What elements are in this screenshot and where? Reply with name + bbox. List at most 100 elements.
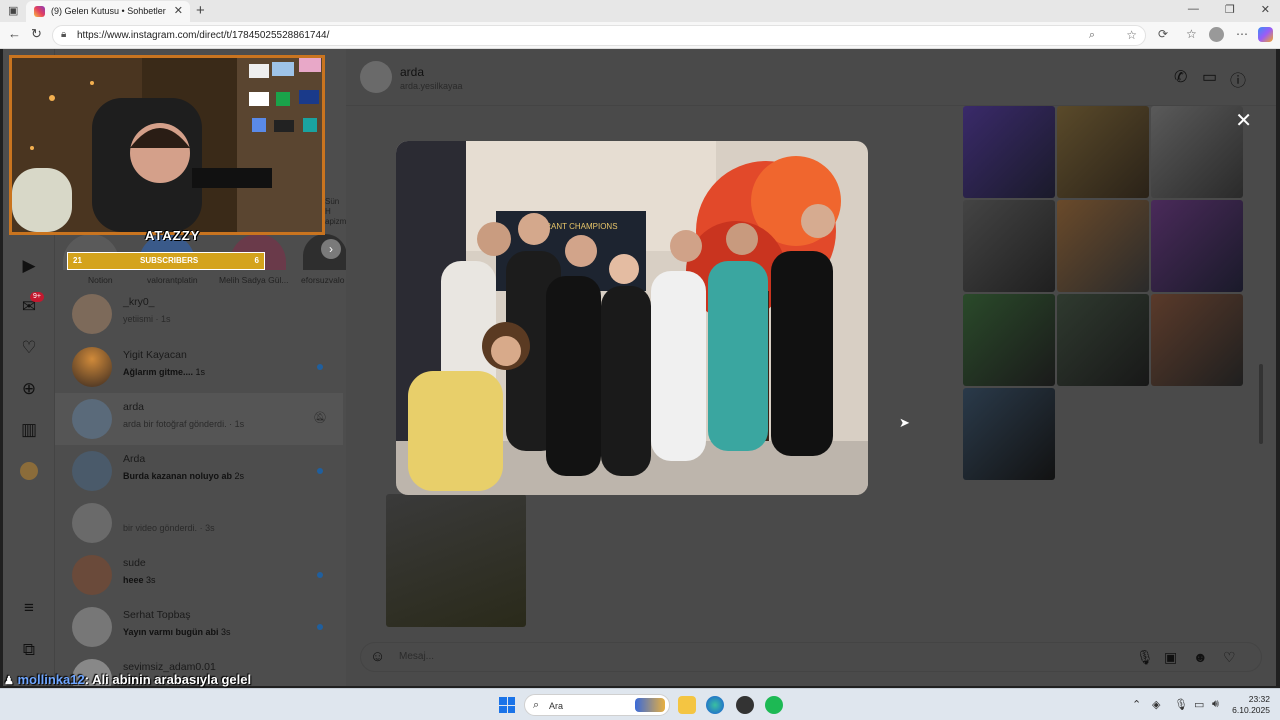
- edge-icon[interactable]: [706, 696, 724, 714]
- taskbar: ⌕ Ara ⌃ ◈ 🎙︎ ▭ 🔊︎ 23:32 6.10.2025: [0, 688, 1280, 720]
- insights-icon[interactable]: ▥: [18, 419, 40, 441]
- maximize-icon[interactable]: ❐: [1225, 3, 1235, 16]
- spotify-icon[interactable]: [765, 696, 783, 714]
- search-highlight-icon: [635, 698, 665, 712]
- preview-time: 1s: [234, 419, 245, 429]
- conversation-item[interactable]: sude heee 3s: [55, 549, 343, 601]
- url-field[interactable]: 🔒︎ https://www.instagram.com/direct/t/17…: [52, 25, 1146, 46]
- image-icon[interactable]: ▣: [1164, 649, 1177, 666]
- conversation-item[interactable]: _kry0_ yetiismi · 1s: [55, 288, 343, 340]
- tab-instagram[interactable]: (9) Gelen Kutusu • Sohbetler ✕: [26, 1, 190, 22]
- media-thumbnail[interactable]: [963, 388, 1055, 480]
- apps-icon[interactable]: ⧉: [18, 639, 40, 661]
- profile-avatar[interactable]: [20, 462, 38, 480]
- extensions-icon[interactable]: ⟳: [1158, 27, 1168, 41]
- video-call-icon[interactable]: ▭: [1202, 67, 1217, 87]
- story-label[interactable]: eforsuzvalo: [301, 275, 344, 285]
- favorite-star-icon[interactable]: ☆: [1126, 28, 1137, 42]
- muted-bell-icon: 🔕︎: [313, 412, 327, 424]
- search-icon: ⌕: [533, 699, 540, 711]
- lock-icon: 🔒︎: [61, 29, 67, 40]
- profile-avatar[interactable]: [1209, 27, 1224, 42]
- story-label[interactable]: Melih Sadya Gül...: [219, 275, 288, 285]
- conversation-name: sude: [123, 557, 146, 569]
- menu-icon[interactable]: ≡: [18, 597, 40, 619]
- sub-count-right: 6: [254, 256, 259, 265]
- obs-icon[interactable]: [736, 696, 754, 714]
- tray-app-icon[interactable]: ◈: [1152, 698, 1160, 711]
- reels-icon[interactable]: ▶︎: [18, 255, 40, 277]
- media-thumbnail[interactable]: [963, 106, 1055, 198]
- conversation-name: Yigit Kayacan: [123, 349, 187, 361]
- conversation-item[interactable]: Serhat Topbaş Yayın varmı bugün abi 3s: [55, 601, 343, 653]
- mic-icon[interactable]: 🎙︎: [1174, 698, 1188, 711]
- tray-chevron-icon[interactable]: ⌃: [1132, 698, 1141, 711]
- media-thumbnail[interactable]: [1057, 106, 1149, 198]
- chat-user: mollinka12: [17, 672, 85, 687]
- stories-next-icon[interactable]: ›: [321, 239, 341, 259]
- like-heart-icon[interactable]: ♡: [1223, 649, 1236, 666]
- heart-icon[interactable]: ♡: [18, 337, 40, 359]
- media-thumbnail[interactable]: [1151, 200, 1243, 292]
- conversation-item-selected[interactable]: arda arda bir fotoğraf gönderdi. · 1s 🔕︎: [55, 393, 343, 445]
- minimize-icon[interactable]: —: [1188, 3, 1199, 16]
- media-thumbnail[interactable]: [1057, 200, 1149, 292]
- conversation-preview: yetiismi · 1s: [123, 314, 171, 324]
- favorites-icon[interactable]: ☆: [1186, 27, 1197, 41]
- preview-text: yetiismi: [123, 314, 154, 324]
- chat-name[interactable]: arda: [400, 65, 424, 79]
- create-icon[interactable]: ⊕: [18, 378, 40, 400]
- back-icon[interactable]: ←: [8, 26, 21, 41]
- conversation-item[interactable]: bir video gönderdi. · 3s: [55, 497, 343, 549]
- webcam-video: [12, 58, 322, 232]
- avatar: [72, 347, 112, 387]
- clock[interactable]: 23:32 6.10.2025: [1232, 694, 1270, 716]
- info-icon[interactable]: ⓘ: [1230, 67, 1246, 91]
- microphone-icon[interactable]: 🎙︎: [1136, 649, 1154, 666]
- chat-avatar[interactable]: [360, 61, 392, 93]
- tab-actions-icon[interactable]: ▣: [8, 4, 18, 17]
- chat-text: : Ali abinin arabasıyla gelel: [84, 672, 252, 687]
- messages-icon[interactable]: ✉︎ 9+: [18, 292, 44, 318]
- close-window-icon[interactable]: ✕: [1261, 3, 1270, 16]
- avatar: [72, 451, 112, 491]
- media-thumbnail[interactable]: [1057, 294, 1149, 386]
- preview-text: heee: [123, 575, 144, 585]
- windows-start-icon[interactable]: [499, 697, 515, 713]
- file-explorer-icon[interactable]: [678, 696, 696, 714]
- story-label[interactable]: Notion: [88, 275, 113, 285]
- story-label[interactable]: valorantplatin: [147, 275, 198, 285]
- message-input[interactable]: Mesaj...: [399, 651, 434, 662]
- media-thumbnail[interactable]: [1151, 294, 1243, 386]
- story-partial-line2: apizm: [325, 217, 347, 226]
- streamer-name: ATAZZY: [145, 228, 201, 243]
- conversation-item[interactable]: Yigit Kayacan Ağlarım gitme.... 1s: [55, 341, 343, 393]
- more-menu-icon[interactable]: ⋯: [1236, 27, 1248, 41]
- sub-count-left: 21: [73, 256, 82, 265]
- new-tab-button[interactable]: +: [196, 2, 205, 19]
- conversation-name: Arda: [123, 453, 146, 465]
- volume-icon[interactable]: 🔊︎: [1212, 698, 1219, 711]
- network-icon[interactable]: ▭: [1194, 698, 1204, 711]
- conversation-item[interactable]: Arda Burda kazanan noluyo ab 2s: [55, 445, 343, 497]
- zoom-icon[interactable]: ⌕: [1089, 29, 1095, 42]
- sticker-icon[interactable]: ☻: [1193, 649, 1208, 665]
- taskbar-search[interactable]: ⌕ Ara: [524, 694, 670, 716]
- media-thumbnail[interactable]: [963, 294, 1055, 386]
- close-tab-icon[interactable]: ✕: [174, 4, 183, 17]
- media-thumbnail[interactable]: [963, 200, 1055, 292]
- copilot-icon[interactable]: [1258, 27, 1273, 42]
- mouse-cursor-icon: ➤: [899, 415, 910, 430]
- reload-icon[interactable]: ↻: [31, 26, 42, 42]
- chat-scrollbar[interactable]: [1259, 364, 1263, 444]
- lightbox-close-icon[interactable]: ✕: [1235, 108, 1252, 133]
- chat-header: arda arda.yesilkayaa ✆ ▭ ⓘ: [346, 49, 1276, 106]
- media-thumbnail[interactable]: [1151, 106, 1243, 198]
- media-thumbnail[interactable]: [386, 494, 526, 627]
- story-partial-line1: Sün H: [325, 197, 340, 216]
- message-composer: ☺ Mesaj... 🎙︎ ▣ ☻ ♡: [360, 642, 1262, 672]
- preview-time: 3s: [221, 627, 231, 637]
- emoji-icon[interactable]: ☺: [370, 648, 385, 665]
- phone-icon[interactable]: ✆: [1174, 67, 1187, 87]
- conversation-name: _kry0_: [123, 296, 155, 308]
